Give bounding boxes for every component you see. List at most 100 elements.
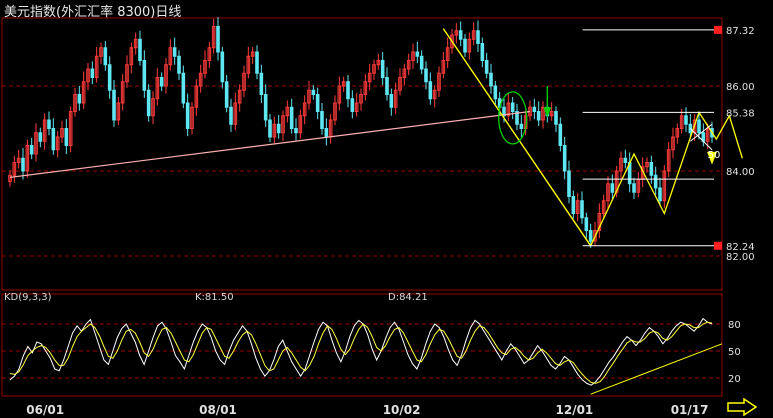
candle-down	[623, 157, 628, 163]
candle-down	[493, 85, 498, 100]
candle-down	[255, 51, 259, 74]
chart-title: 美元指数(外汇汇率 8300)日线	[4, 5, 182, 20]
candle-down	[324, 128, 329, 138]
candle-down	[47, 119, 51, 129]
candle-down	[428, 81, 433, 100]
trendline-overlays: 50	[9, 28, 743, 247]
candle-down	[519, 123, 524, 129]
candle-down	[320, 111, 324, 129]
candle-down	[610, 183, 615, 193]
downtrend-line	[442, 28, 592, 247]
kd-tick-label: 20	[728, 374, 741, 385]
fib-50-label: 50	[708, 150, 721, 161]
candle-down	[697, 119, 701, 134]
d-line	[9, 321, 713, 384]
candle-down	[424, 68, 428, 83]
k-line	[9, 317, 713, 386]
candle-down	[138, 38, 142, 61]
candle-down	[658, 187, 662, 202]
candle-down	[415, 51, 420, 57]
candle-down	[532, 106, 537, 112]
candle-down	[554, 111, 558, 125]
candle-down	[112, 89, 116, 121]
candle-down	[172, 47, 177, 57]
candle-down	[38, 132, 43, 142]
candle-down	[484, 60, 489, 74]
kd-frame	[1, 293, 723, 397]
kd-label: KD(9,3,3)	[4, 292, 52, 303]
candle-down	[588, 230, 593, 242]
date-tick-label: 01/17	[671, 403, 709, 417]
last-price-marker	[714, 25, 722, 34]
candle-down	[536, 111, 541, 121]
right-arrow-icon[interactable]	[727, 398, 757, 416]
candle-down	[181, 72, 186, 104]
candle-down	[350, 98, 355, 112]
candle-down	[259, 72, 264, 95]
candle-down	[419, 55, 424, 70]
candle-down	[276, 123, 281, 134]
candle-down	[510, 102, 515, 112]
price-axis: 82.00 84.00 86.00 87.32 85.38 82.24	[714, 25, 755, 263]
candle-down	[476, 30, 480, 44]
candle-down	[268, 119, 272, 138]
candle-down	[229, 106, 233, 125]
candle-down	[294, 128, 298, 134]
candle-down	[380, 60, 385, 78]
candle-down	[311, 89, 316, 95]
candle-down	[649, 162, 654, 176]
date-axis: 06/01 08/01 10/02 12/01 01/17	[26, 403, 708, 417]
candle-down	[632, 183, 636, 193]
candle-down	[385, 77, 389, 95]
candle-down	[558, 123, 563, 146]
candle-down	[315, 94, 320, 112]
candle-down	[580, 200, 584, 219]
candle-down	[29, 145, 34, 155]
candle-down	[185, 102, 190, 129]
candle-down	[159, 77, 164, 87]
candle-down	[571, 196, 576, 214]
candle-down	[107, 64, 112, 91]
price-level-label: 85.38	[726, 108, 755, 119]
candle-down	[289, 106, 294, 129]
low-price-marker	[714, 241, 722, 250]
candle-down	[346, 81, 350, 100]
candle-down	[103, 47, 108, 66]
candle-down	[224, 81, 229, 108]
candle-down	[653, 174, 658, 189]
candle-down	[458, 30, 463, 40]
candle-down	[684, 115, 688, 125]
chart-canvas: 50 82.00 84.00 86.00 87.32 85.38 82.24 20 50 80…	[1, 17, 755, 417]
candle-down	[177, 55, 181, 74]
candle-down	[562, 145, 567, 172]
date-tick-label: 08/01	[199, 403, 237, 417]
candle-down	[584, 217, 589, 231]
candle-down	[389, 94, 394, 108]
date-tick-label: 12/01	[556, 403, 594, 417]
candle-down	[90, 68, 95, 78]
price-tick-label: 86.00	[726, 82, 755, 93]
kd-tick-label: 80	[728, 320, 741, 331]
price-tick-label: 82.00	[726, 252, 755, 263]
candle-down	[263, 94, 268, 121]
candle-down	[142, 60, 147, 91]
candle-down	[220, 51, 225, 83]
candle-down	[463, 38, 467, 53]
candle-down	[489, 72, 493, 87]
kd-tick-label: 50	[728, 347, 741, 358]
date-tick-label: 10/02	[383, 403, 421, 417]
d-value-label: D:84.21	[388, 292, 428, 303]
candle-down	[64, 128, 69, 146]
price-tick-label: 84.00	[726, 167, 755, 178]
price-level-label: 82.24	[726, 242, 755, 253]
candle-down	[146, 89, 151, 117]
candle-down	[21, 157, 25, 172]
candle-down	[567, 170, 571, 197]
candle-down	[51, 128, 56, 151]
k-value-label: K:81.50	[195, 292, 234, 303]
kd-indicator: 20 50 80	[9, 317, 741, 395]
price-level-label: 87.32	[726, 26, 755, 37]
candle-down	[77, 94, 82, 104]
candle-down	[216, 26, 220, 53]
date-tick-label: 06/01	[26, 403, 64, 417]
